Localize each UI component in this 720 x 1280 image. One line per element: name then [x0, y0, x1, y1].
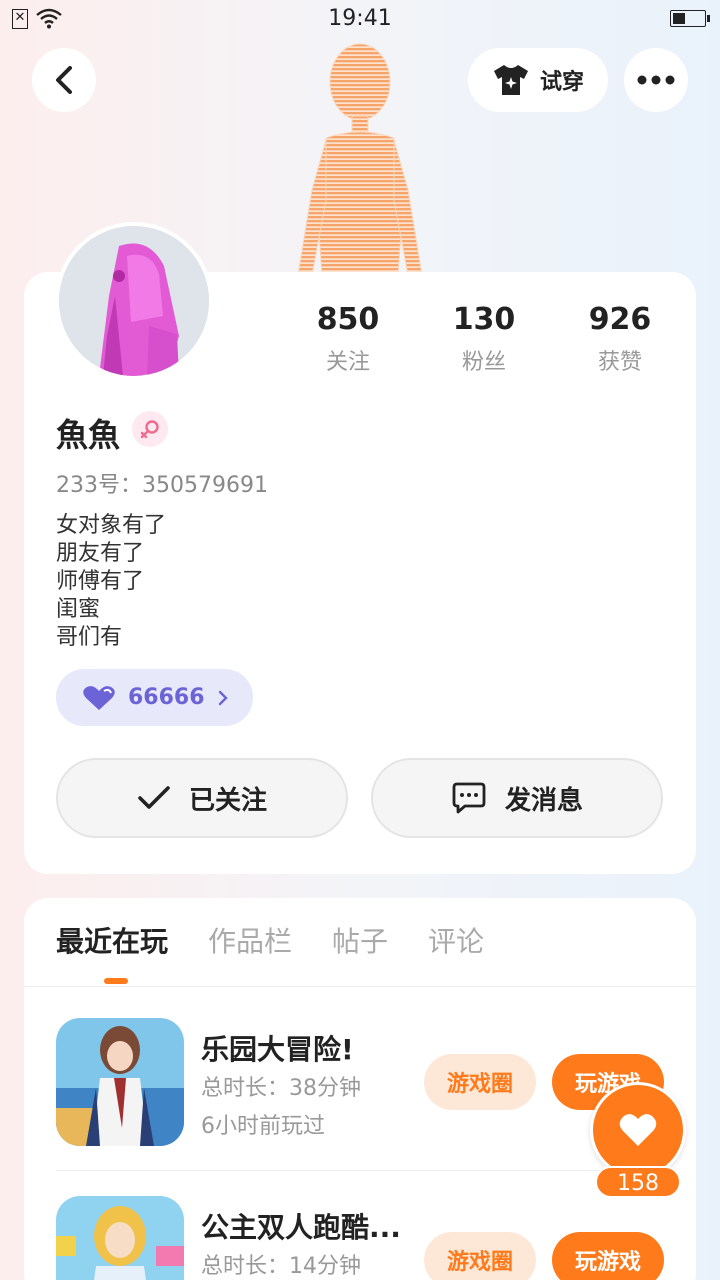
level-pill[interactable]: 66666 [56, 669, 253, 726]
send-message-button[interactable]: 发消息 [371, 758, 663, 838]
try-on-label: 试穿 [539, 70, 584, 95]
heart-level-icon [83, 685, 115, 710]
bio-line: 师傅有了 [56, 569, 145, 594]
stat-label: 粉丝 [461, 350, 506, 375]
status-time: 19:41 [328, 6, 392, 31]
stat-likes[interactable]: 926 获赞 [552, 300, 688, 376]
divider [56, 1170, 664, 1171]
bio: 女对象有了 朋友有了 师傅有了 闺蜜 哥们有 [56, 512, 166, 652]
try-on-button[interactable]: 试穿 [468, 48, 608, 112]
game-duration: 总时长：14分钟 [201, 1254, 361, 1279]
bio-line: 闺蜜 [56, 597, 101, 622]
stat-value: 850 [316, 302, 380, 337]
stat-label: 关注 [325, 350, 370, 375]
tab-recently-played[interactable]: 最近在玩 [56, 922, 168, 962]
avatar-character-image [59, 226, 209, 376]
followed-label: 已关注 [188, 785, 267, 816]
stat-fans[interactable]: 130 粉丝 [416, 300, 552, 376]
tshirt-icon [493, 65, 528, 95]
bio-line: 哥们有 [56, 625, 123, 650]
game-title: 公主双人跑酷... [201, 1211, 401, 1244]
game-duration: 总时长：38分钟 [201, 1076, 361, 1101]
stat-value: 130 [452, 302, 516, 337]
username: 魚魚 [56, 416, 121, 454]
active-tab-indicator [104, 978, 128, 984]
game-thumbnail [56, 1196, 184, 1280]
more-button[interactable] [624, 48, 688, 112]
like-count: 158 [595, 1166, 681, 1198]
user-id: 233号：350579691 [56, 473, 268, 498]
battery-icon [670, 10, 710, 27]
level-value: 66666 [128, 685, 205, 710]
game-item[interactable]: 公主双人跑酷... 总时长：14分钟 游戏圈 玩游戏 [56, 1196, 664, 1280]
game-circle-button[interactable]: 游戏圈 [424, 1232, 536, 1280]
game-title: 乐园大冒险! [201, 1033, 354, 1066]
stat-value: 926 [588, 302, 652, 337]
content-card: 最近在玩 作品栏 帖子 评论 乐园大冒险! 总时长：38分钟 6小时前玩过 游戏… [24, 898, 696, 1280]
stat-following[interactable]: 850 关注 [280, 300, 416, 376]
content-tabs: 最近在玩 作品栏 帖子 评论 [56, 922, 484, 962]
chevron-right-icon [218, 690, 228, 705]
bio-line: 女对象有了 [56, 513, 167, 538]
chevron-left-icon [56, 66, 72, 94]
game-cover-image [56, 1196, 184, 1280]
game-cover-image [56, 1018, 184, 1146]
game-item[interactable]: 乐园大冒险! 总时长：38分钟 6小时前玩过 游戏圈 玩游戏 [56, 1018, 664, 1148]
more-dots-icon [637, 75, 675, 85]
game-last-played: 6小时前玩过 [201, 1114, 325, 1139]
followed-button[interactable]: 已关注 [56, 758, 348, 838]
tab-comments[interactable]: 评论 [428, 922, 484, 962]
female-icon [140, 420, 159, 439]
bio-line: 朋友有了 [56, 541, 145, 566]
avatar-3d-figure [297, 43, 423, 275]
gender-badge [132, 411, 168, 447]
game-thumbnail [56, 1018, 184, 1146]
back-button[interactable] [32, 48, 96, 112]
play-game-button[interactable]: 玩游戏 [552, 1232, 664, 1280]
status-bar: ✕ 19:41 [0, 0, 720, 40]
stat-label: 获赞 [597, 350, 642, 375]
check-icon [138, 786, 170, 809]
profile-stats: 850 关注 130 粉丝 926 获赞 [280, 300, 690, 376]
like-fab-button[interactable] [590, 1082, 686, 1178]
send-message-label: 发消息 [504, 785, 583, 816]
chat-bubble-icon [452, 782, 486, 814]
avatar[interactable] [55, 222, 213, 380]
game-circle-button[interactable]: 游戏圈 [424, 1054, 536, 1110]
tab-works[interactable]: 作品栏 [208, 922, 292, 962]
divider [24, 986, 696, 987]
tab-posts[interactable]: 帖子 [332, 922, 388, 962]
heart-icon [619, 1114, 657, 1146]
